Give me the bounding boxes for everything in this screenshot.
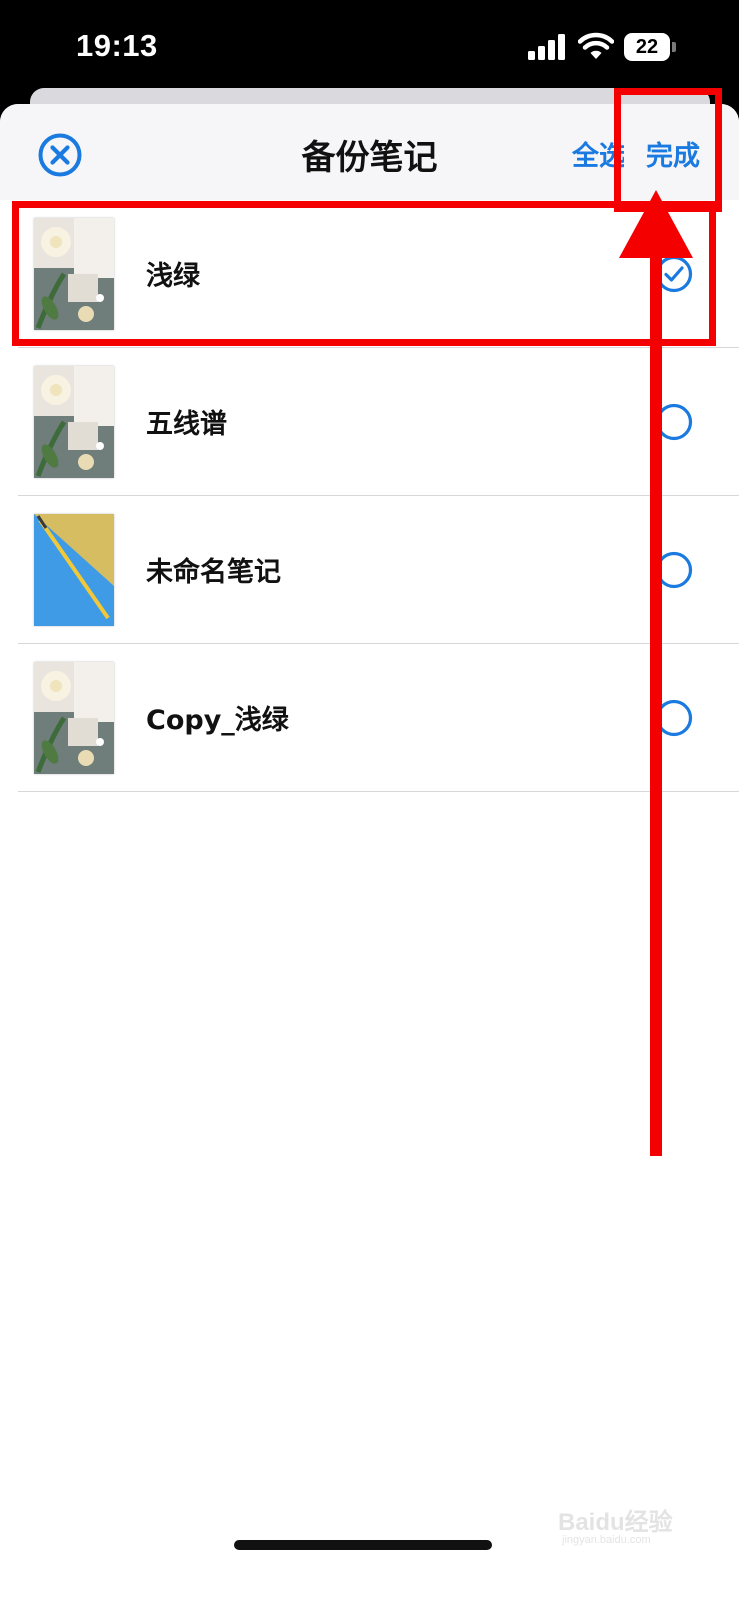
list-item[interactable]: 未命名笔记 — [0, 496, 739, 644]
note-thumbnail-flower — [34, 218, 114, 330]
done-button[interactable]: 完成 — [646, 134, 700, 173]
unchecked-circle-icon[interactable] — [655, 403, 693, 441]
status-bar: 19:13 22 — [0, 0, 739, 95]
note-thumbnail-pencil — [34, 514, 114, 626]
status-time: 19:13 — [76, 28, 158, 63]
list-item[interactable]: 浅绿 — [0, 200, 739, 348]
battery-level: 22 — [635, 36, 659, 58]
backup-notes-sheet: 备份笔记 全选 完成 浅绿 五线谱 未命名笔记 Copy_浅绿 — [0, 104, 739, 1600]
unchecked-circle-icon[interactable] — [655, 699, 693, 737]
select-all-button[interactable]: 全选 — [572, 134, 624, 173]
wifi-icon — [578, 32, 614, 59]
sheet-header: 备份笔记 全选 完成 — [0, 104, 739, 200]
list-item[interactable]: 五线谱 — [0, 348, 739, 496]
note-name: Copy_浅绿 — [146, 705, 289, 736]
note-name: 未命名笔记 — [146, 557, 281, 588]
note-thumbnail-flower — [34, 662, 114, 774]
note-name: 浅绿 — [146, 261, 200, 292]
note-name: 五线谱 — [146, 409, 227, 440]
note-thumbnail-flower — [34, 366, 114, 478]
unchecked-circle-icon[interactable] — [655, 551, 693, 589]
watermark-url: jingyan.baidu.com — [562, 1534, 651, 1546]
baidu-watermark: Baidu经验 jingyan.baidu.com — [556, 1492, 696, 1552]
page-title: 备份笔记 — [301, 138, 438, 178]
checkmark-circle-icon[interactable] — [655, 255, 693, 293]
home-indicator[interactable] — [234, 1540, 492, 1550]
cellular-signal-icon — [528, 34, 565, 60]
row-divider — [18, 791, 739, 792]
list-item[interactable]: Copy_浅绿 — [0, 644, 739, 792]
battery-icon: 22 — [624, 33, 676, 61]
watermark-text: Baidu经验 — [558, 1509, 673, 1536]
